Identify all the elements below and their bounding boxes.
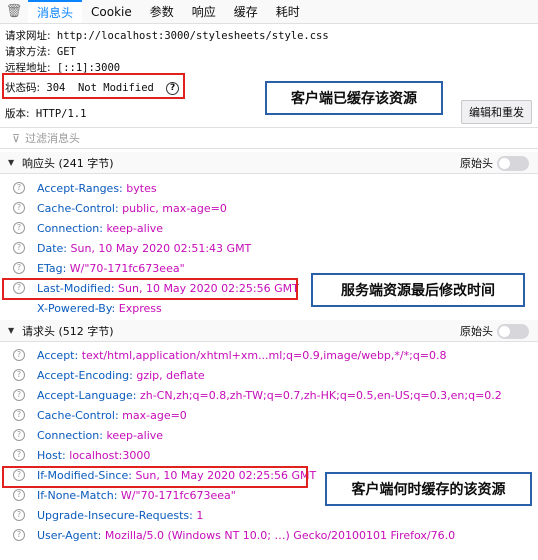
response-headers-section[interactable]: ▼ 响应头 (241 字节) 原始头 — [0, 152, 538, 174]
delete-icon[interactable]: 🗑 — [0, 0, 28, 23]
header-value: gzip, deflate — [136, 368, 205, 382]
header-name: Cache-Control: — [37, 408, 119, 422]
request-url-label: 请求网址: — [5, 30, 51, 42]
raw-headers-toggle[interactable] — [497, 156, 529, 171]
request-headers-title: 请求头 (512 字节) — [22, 324, 114, 338]
header-name: If-None-Match: — [37, 488, 118, 502]
header-value: Mozilla/5.0 (Windows NT 10.0; …) Gecko/2… — [104, 528, 456, 542]
raw-headers-label: 原始头 — [460, 324, 493, 338]
header-name: Upgrade-Insecure-Requests: — [37, 508, 193, 522]
help-icon[interactable]: ? — [13, 369, 25, 381]
tab-params[interactable]: 参数 — [141, 0, 183, 23]
request-method-value: GET — [56, 46, 76, 58]
help-icon[interactable]: ? — [13, 182, 25, 194]
tab-cookie[interactable]: Cookie — [82, 0, 141, 23]
header-name: Cache-Control: — [37, 201, 119, 215]
header-name: Accept-Encoding: — [37, 368, 133, 382]
header-value: W/"70-171fc673eea" — [69, 261, 185, 275]
request-headers-section[interactable]: ▼ 请求头 (512 字节) 原始头 — [0, 320, 538, 342]
filter-headers-input[interactable]: ⊽ 过滤消息头 — [0, 127, 538, 149]
if-modified-since-highlight-box — [2, 466, 308, 488]
help-icon[interactable]: ? — [13, 509, 25, 521]
help-icon[interactable]: ? — [13, 222, 25, 234]
response-headers-title: 响应头 (241 字节) — [22, 156, 114, 170]
tab-timings[interactable]: 耗时 — [267, 0, 309, 23]
status-highlight-box — [2, 73, 185, 99]
header-value: keep-alive — [106, 428, 164, 442]
header-name: ETag: — [37, 261, 67, 275]
raw-headers-label: 原始头 — [460, 156, 493, 170]
collapse-icon: ▼ — [8, 158, 15, 167]
tab-bar: 🗑 消息头 Cookie 参数 响应 缓存 耗时 — [0, 0, 538, 24]
http-version-value: HTTP/1.1 — [35, 108, 87, 120]
help-icon[interactable]: ? — [13, 429, 25, 441]
header-name: Connection: — [37, 221, 103, 235]
header-value: localhost:3000 — [69, 448, 151, 462]
header-value: 1 — [196, 508, 204, 522]
header-name: Accept-Language: — [37, 388, 137, 402]
help-icon[interactable]: ? — [13, 389, 25, 401]
header-value: W/"70-171fc673eea" — [120, 488, 236, 502]
header-value: bytes — [126, 181, 157, 195]
request-method-label: 请求方法: — [5, 46, 51, 58]
header-value: zh-CN,zh;q=0.8,zh-TW;q=0.7,zh-HK;q=0.5,e… — [139, 388, 502, 402]
header-value: public, max-age=0 — [122, 201, 227, 215]
header-value: max-age=0 — [122, 408, 187, 422]
tab-cache[interactable]: 缓存 — [225, 0, 267, 23]
header-name: Accept: — [37, 348, 79, 362]
header-name: X-Powered-By: — [37, 301, 116, 315]
filter-placeholder: 过滤消息头 — [25, 132, 81, 145]
help-icon[interactable]: ? — [13, 242, 25, 254]
http-version-label: 版本: — [5, 108, 30, 120]
header-value: keep-alive — [106, 221, 164, 235]
request-method: 请求方法: GET — [5, 44, 76, 59]
edit-resend-button[interactable]: 编辑和重发 — [461, 100, 532, 124]
collapse-icon: ▼ — [8, 326, 15, 335]
tab-headers[interactable]: 消息头 — [28, 0, 83, 23]
request-url: 请求网址: http://localhost:3000/stylesheets/… — [5, 28, 329, 43]
header-name: Host: — [37, 448, 66, 462]
header-name: Date: — [37, 241, 67, 255]
tab-response[interactable]: 响应 — [183, 0, 225, 23]
http-version: 版本: HTTP/1.1 — [5, 106, 86, 121]
callout-if-modified-since: 客户端何时缓存的该资源 — [325, 472, 532, 506]
help-icon[interactable]: ? — [13, 529, 25, 541]
callout-last-modified: 服务端资源最后修改时间 — [311, 273, 525, 307]
callout-cached: 客户端已缓存该资源 — [265, 81, 443, 115]
raw-headers-toggle[interactable] — [497, 324, 529, 339]
filter-icon: ⊽ — [12, 131, 21, 145]
header-name: Accept-Ranges: — [37, 181, 123, 195]
header-name: User-Agent: — [37, 528, 102, 542]
header-value: Express — [118, 301, 162, 315]
header-value: text/html,application/xhtml+xm...ml;q=0.… — [81, 348, 447, 362]
help-icon[interactable]: ? — [13, 349, 25, 361]
help-icon[interactable]: ? — [13, 489, 25, 501]
help-icon[interactable]: ? — [13, 409, 25, 421]
last-modified-highlight-box — [2, 278, 298, 300]
help-icon[interactable]: ? — [13, 449, 25, 461]
header-name: Connection: — [37, 428, 103, 442]
request-url-value: http://localhost:3000/stylesheets/style.… — [56, 30, 329, 42]
header-value: Sun, 10 May 2020 02:51:43 GMT — [70, 241, 252, 255]
help-icon[interactable]: ? — [13, 262, 25, 274]
help-icon[interactable]: ? — [13, 202, 25, 214]
